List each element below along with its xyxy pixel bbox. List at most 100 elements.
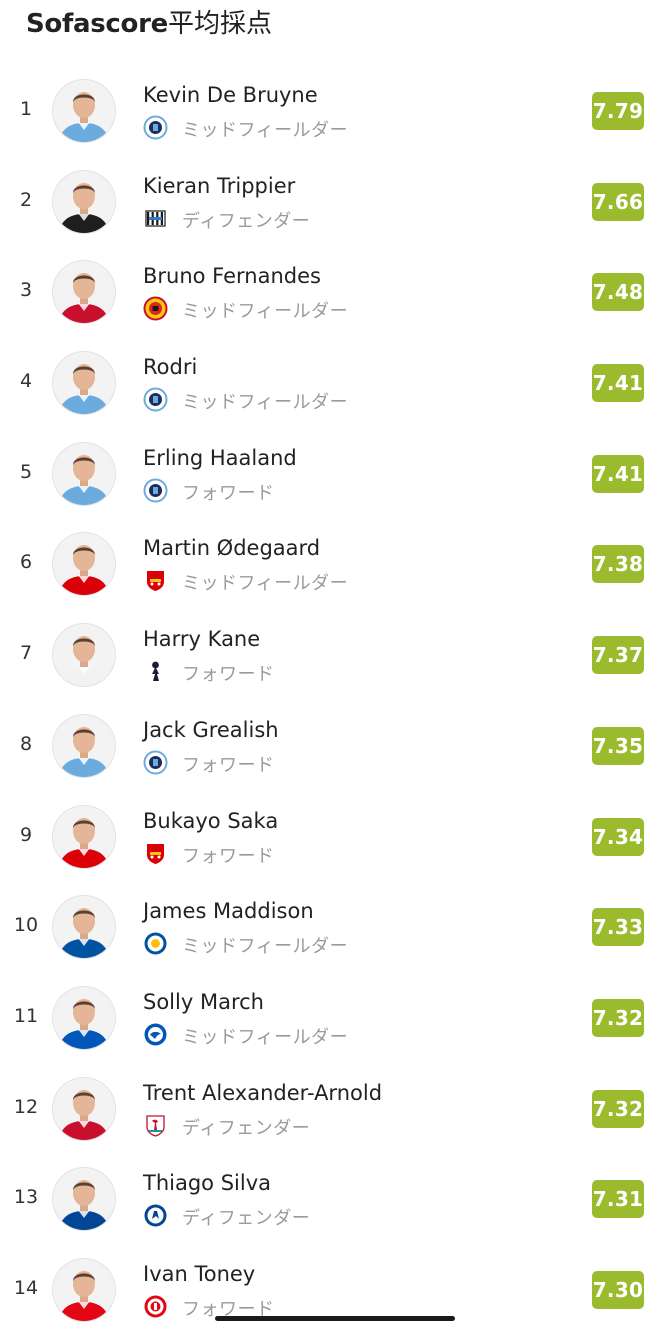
mancity-crest-icon	[143, 387, 168, 412]
rating-badge: 7.35	[592, 726, 644, 765]
player-position: フォワード	[182, 664, 275, 686]
player-row[interactable]: 2 Kieran Trippier ディフェンダー 7.66	[0, 157, 670, 248]
arsenal-crest-icon	[143, 568, 168, 593]
player-name[interactable]: James Maddison	[143, 899, 314, 923]
manutd-crest-icon	[143, 296, 168, 321]
player-avatar[interactable]	[52, 79, 116, 143]
player-row[interactable]: 3 Bruno Fernandes ミッドフィールダー 7.48	[0, 247, 670, 338]
player-rank: 13	[13, 1186, 39, 1209]
brentford-crest-icon	[143, 1294, 168, 1319]
rating-badge: 7.38	[592, 545, 644, 584]
player-position: フォワード	[182, 754, 275, 776]
player-avatar[interactable]	[52, 895, 116, 960]
mancity-crest-icon	[143, 478, 168, 503]
player-position: ディフェンダー	[182, 210, 311, 232]
player-name[interactable]: Harry Kane	[143, 627, 260, 651]
player-avatar[interactable]	[52, 1076, 116, 1141]
player-rank: 6	[19, 551, 33, 574]
player-row[interactable]: 5 Erling Haaland フォワード 7.41	[0, 429, 670, 520]
player-name[interactable]: Jack Grealish	[143, 718, 279, 742]
player-row[interactable]: 14 Ivan Toney フォワード 7.30	[0, 1245, 670, 1336]
player-position: ミッドフィールダー	[182, 120, 349, 141]
player-row[interactable]: 12 Trent Alexander-Arnold ディフェンダー 7.32	[0, 1064, 670, 1155]
player-rating-list: 1 Kevin De Bruyne ミッドフィールダー 7.79 2 Kieran Tri…	[0, 66, 670, 1336]
player-rank: 5	[19, 460, 33, 483]
player-position: ミッドフィールダー	[182, 573, 349, 595]
rating-badge: 7.32	[592, 998, 644, 1037]
rating-badge: 7.30	[592, 1270, 644, 1309]
mancity-crest-icon	[143, 115, 168, 140]
player-row[interactable]: 13 Thiago Silva ディフェンダー 7.31	[0, 1154, 670, 1245]
newcastle-crest-icon	[143, 206, 168, 231]
rating-badge: 7.33	[592, 908, 644, 947]
rating-badge: 7.79	[592, 92, 644, 130]
player-position: フォワード	[182, 482, 275, 504]
page-title-suffix: 平均採点	[167, 9, 272, 39]
player-position: ディフェンダー	[182, 1117, 311, 1139]
brand-name: Sofascore	[26, 9, 168, 39]
player-row[interactable]: 10 James Maddison ミッドフィールダー 7.33	[0, 882, 670, 973]
player-position: ミッドフィールダー	[182, 936, 349, 958]
rating-badge: 7.32	[592, 1089, 644, 1128]
player-avatar[interactable]	[52, 260, 116, 325]
player-rank: 7	[19, 642, 33, 665]
rating-badge: 7.37	[592, 636, 644, 675]
brighton-crest-icon	[143, 1022, 168, 1047]
player-name[interactable]: Solly March	[143, 990, 264, 1014]
player-name[interactable]: Erling Haaland	[143, 446, 297, 470]
player-rank: 14	[13, 1276, 39, 1299]
player-row[interactable]: 7 Harry Kane フォワード 7.37	[0, 610, 670, 701]
player-name[interactable]: Kevin De Bruyne	[143, 83, 318, 107]
arsenal-crest-icon	[143, 841, 168, 866]
player-name[interactable]: Rodri	[143, 355, 197, 379]
tottenham-crest-icon	[143, 659, 168, 684]
player-rank: 10	[13, 914, 39, 937]
player-avatar[interactable]	[52, 713, 116, 778]
rating-badge: 7.31	[592, 1180, 644, 1219]
player-row[interactable]: 11 Solly March ミッドフィールダー 7.32	[0, 973, 670, 1064]
player-avatar[interactable]	[52, 623, 116, 688]
player-position: ミッドフィールダー	[182, 1026, 349, 1048]
player-avatar[interactable]	[52, 1167, 116, 1232]
player-name[interactable]: Ivan Toney	[143, 1262, 255, 1286]
liverpool-crest-icon	[143, 1113, 168, 1138]
player-position: ミッドフィールダー	[182, 392, 349, 414]
player-avatar[interactable]	[52, 1257, 116, 1322]
player-rank: 2	[19, 188, 33, 211]
chelsea-crest-icon	[143, 1203, 168, 1228]
player-rank: 8	[19, 732, 33, 755]
player-avatar[interactable]	[52, 804, 116, 869]
rating-badge: 7.41	[592, 454, 644, 493]
player-rank: 4	[19, 370, 33, 393]
rating-badge: 7.41	[592, 364, 644, 403]
player-name[interactable]: Martin Ødegaard	[143, 536, 320, 560]
player-rank: 12	[13, 1095, 39, 1118]
player-avatar[interactable]	[52, 985, 116, 1050]
player-row[interactable]: 8 Jack Grealish フォワード 7.35	[0, 701, 670, 792]
rating-badge: 7.48	[592, 273, 644, 312]
player-row[interactable]: 1 Kevin De Bruyne ミッドフィールダー 7.79	[0, 66, 670, 157]
player-rank: 1	[19, 98, 33, 120]
rating-badge: 7.66	[592, 182, 644, 221]
leicester-crest-icon	[143, 931, 168, 956]
player-row[interactable]: 9 Bukayo Saka フォワード 7.34	[0, 792, 670, 883]
player-row[interactable]: 6 Martin Ødegaard ミッドフィールダー 7.38	[0, 519, 670, 610]
player-rank: 3	[19, 279, 33, 302]
player-rank: 11	[13, 1004, 39, 1027]
mancity-crest-icon	[143, 750, 168, 775]
player-row[interactable]: 4 Rodri ミッドフィールダー 7.41	[0, 338, 670, 429]
rating-badge: 7.34	[592, 817, 644, 856]
player-rank: 9	[19, 823, 33, 846]
player-name[interactable]: Thiago Silva	[143, 1171, 271, 1195]
player-name[interactable]: Kieran Trippier	[143, 174, 295, 198]
player-avatar[interactable]	[52, 351, 116, 416]
player-name[interactable]: Trent Alexander-Arnold	[143, 1081, 382, 1105]
player-position: ミッドフィールダー	[182, 301, 349, 323]
player-avatar[interactable]	[52, 169, 116, 234]
player-name[interactable]: Bruno Fernandes	[143, 264, 321, 288]
page-title: Sofascore平均採点	[26, 4, 272, 44]
player-avatar[interactable]	[52, 441, 116, 506]
player-name[interactable]: Bukayo Saka	[143, 809, 278, 833]
home-indicator[interactable]	[215, 1316, 455, 1321]
player-avatar[interactable]	[52, 532, 116, 597]
